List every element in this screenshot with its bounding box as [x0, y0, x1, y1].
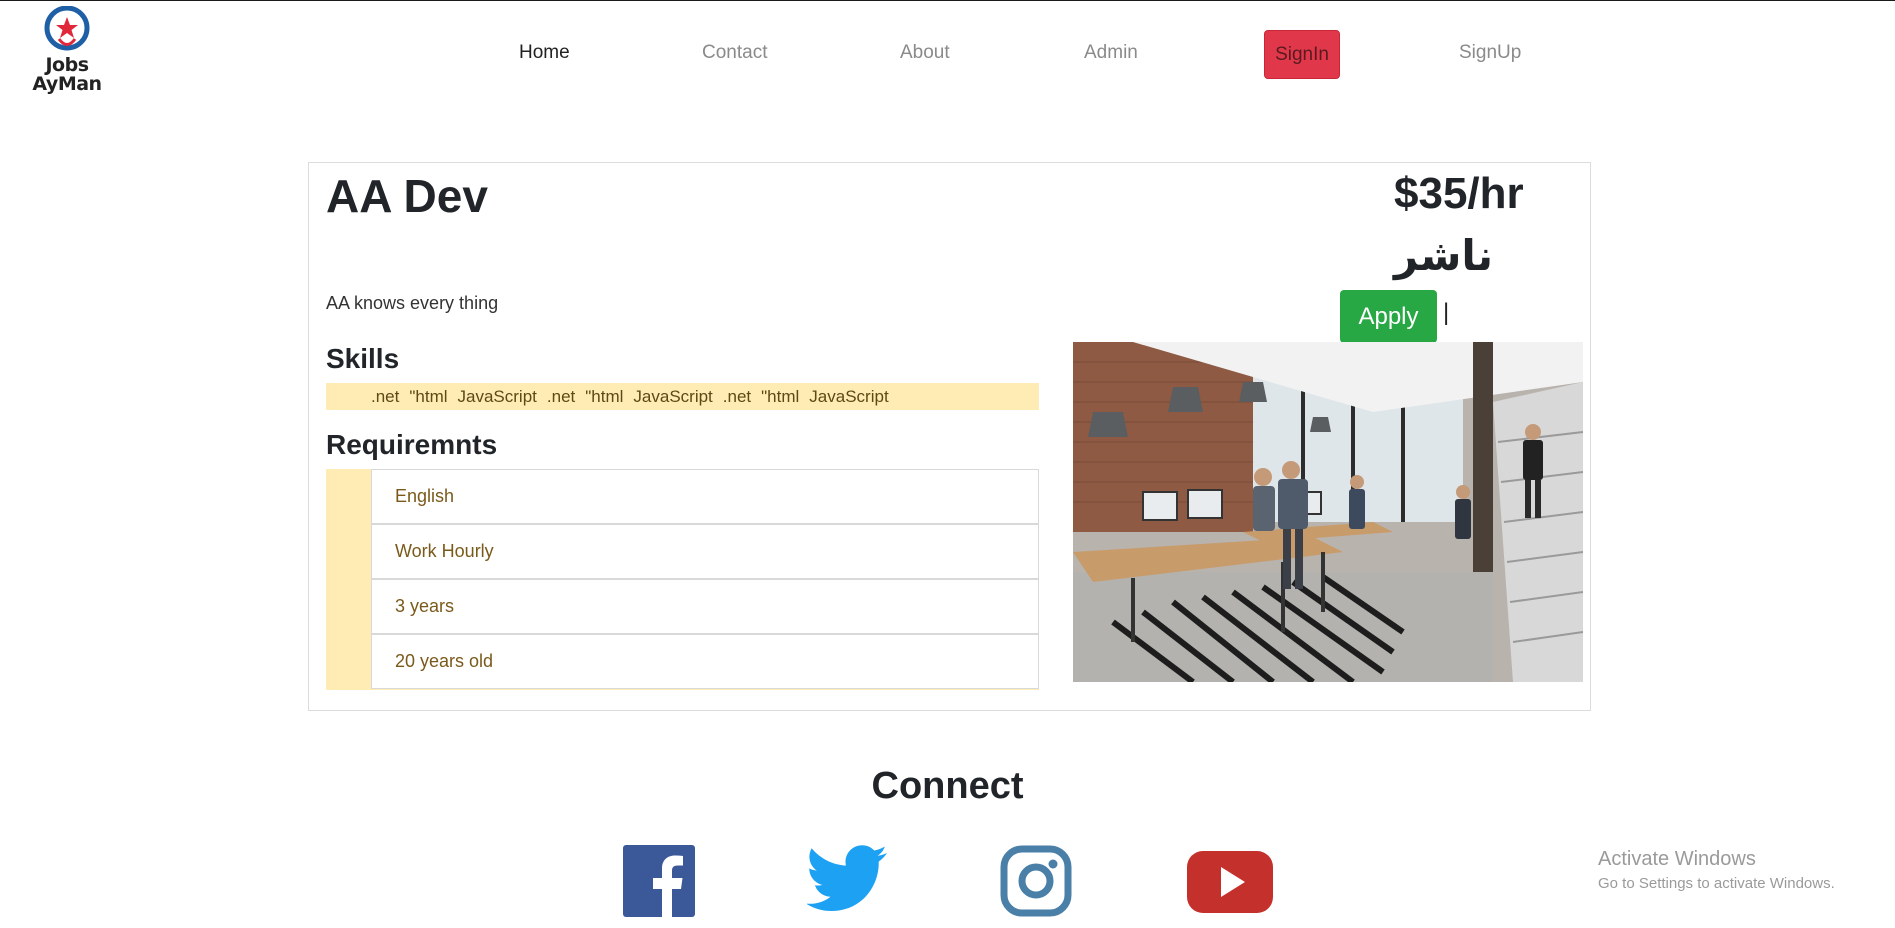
youtube-icon[interactable] — [1187, 845, 1273, 922]
logo-text-ayman: AyMan — [32, 73, 102, 95]
logo-emblem-icon — [44, 6, 90, 51]
facebook-icon[interactable] — [623, 845, 695, 922]
connect-heading: Connect — [871, 765, 1024, 807]
skill-tag: .net — [546, 386, 576, 406]
requirement-item: 20 years old — [371, 634, 1039, 689]
skill-tag: .net — [371, 386, 400, 406]
apply-button[interactable]: Apply — [1340, 290, 1437, 343]
skills-heading: Skills — [326, 343, 400, 374]
skill-tag: JavaScript — [809, 386, 889, 406]
skills-list: .net "html JavaScript .net "html JavaScr… — [326, 383, 1039, 410]
skill-tag: "html — [409, 386, 448, 406]
nav-contact[interactable]: Contact — [702, 42, 767, 64]
skill-tag: JavaScript — [457, 386, 537, 406]
signin-button[interactable]: SignIn — [1264, 30, 1340, 79]
windows-activation-watermark: Activate Windows Go to Settings to activ… — [1598, 848, 1835, 892]
activation-subtitle: Go to Settings to activate Windows. — [1598, 875, 1835, 892]
nav-signup[interactable]: SignUp — [1459, 42, 1521, 64]
nav-about[interactable]: About — [900, 42, 950, 64]
office-photo — [1073, 342, 1583, 682]
job-card: AA Dev AA knows every thing $35/hr ناشر … — [308, 162, 1591, 711]
instagram-icon[interactable] — [1000, 845, 1072, 922]
requirements-heading: Requiremnts — [326, 429, 498, 460]
requirements-list: English Work Hourly 3 years 20 years old — [326, 469, 1039, 690]
job-rate: $35/hr — [1394, 169, 1524, 218]
skill-tag: JavaScript — [633, 386, 713, 406]
requirement-item: 3 years — [371, 579, 1039, 634]
activation-title: Activate Windows — [1598, 848, 1756, 870]
requirement-item: English — [371, 469, 1039, 524]
requirement-item: Work Hourly — [371, 524, 1039, 579]
site-logo[interactable]: Jobs AyMan — [28, 6, 106, 94]
twitter-icon[interactable] — [806, 845, 889, 922]
nav-admin[interactable]: Admin — [1084, 42, 1138, 64]
job-publisher: ناشر — [1394, 231, 1493, 280]
skill-tag: "html — [585, 386, 624, 406]
navbar: Jobs AyMan Home Contact About Admin Sign… — [0, 0, 1895, 110]
job-description: AA knows every thing — [326, 293, 499, 313]
skill-tag: "html — [761, 386, 800, 406]
skill-tag: .net — [722, 386, 752, 406]
apply-separator: | — [1443, 299, 1450, 326]
nav-home[interactable]: Home — [519, 42, 570, 64]
job-title: AA Dev — [326, 170, 488, 222]
